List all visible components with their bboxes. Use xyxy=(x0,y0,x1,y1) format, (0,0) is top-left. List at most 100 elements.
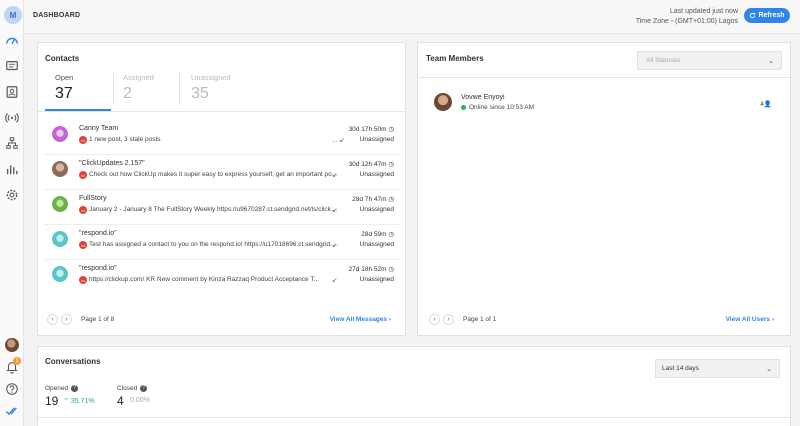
message-preview: https://clickup.com/ KR New comment by K… xyxy=(89,276,320,283)
online-status-dot xyxy=(461,105,466,110)
contact-avatar xyxy=(52,231,68,247)
reply-indicator: ... ↙ xyxy=(332,137,345,144)
next-page-button[interactable]: › xyxy=(61,314,72,325)
contact-row[interactable]: "respond.io" m https://clickup.com/ KR N… xyxy=(44,259,400,295)
contact-avatar xyxy=(52,126,68,142)
chevron-right-icon: › xyxy=(771,316,774,323)
view-all-messages-link[interactable]: View All Messages › xyxy=(330,316,391,323)
assignment-status: Unassigned xyxy=(359,206,394,213)
reply-indicator: ↙ xyxy=(332,242,338,249)
contact-avatar xyxy=(52,266,68,282)
elapsed-time: 28d 59m ◷ xyxy=(361,230,394,238)
message-preview: Check out how ClickUp makes it super eas… xyxy=(89,171,339,178)
notification-badge: 1 xyxy=(13,357,21,365)
clock-icon: ◷ xyxy=(388,126,394,133)
chevron-right-icon: › xyxy=(388,316,391,323)
messages-icon[interactable] xyxy=(5,59,19,73)
assignment-status: Unassigned xyxy=(359,241,394,248)
status-filter-select[interactable]: All Statuses ⌄ xyxy=(637,51,782,70)
conversations-title: Conversations xyxy=(45,357,101,366)
contact-name: "respond.io" xyxy=(79,265,117,272)
tab-assigned[interactable]: Assigned 2 xyxy=(113,73,179,111)
user-avatar[interactable] xyxy=(5,338,19,352)
assignment-status: Unassigned xyxy=(359,136,394,143)
tab-open-label: Open xyxy=(55,73,74,82)
settings-icon[interactable] xyxy=(5,188,19,202)
tab-open-count: 37 xyxy=(55,85,73,102)
elapsed-time: 28d 7h 47m ◷ xyxy=(352,195,394,203)
message-preview: Test has assigned a contact to you on th… xyxy=(89,241,339,248)
channel-icon: m xyxy=(79,206,87,214)
help-icon[interactable] xyxy=(5,382,19,396)
member-name[interactable]: Vovwe Enyoyi xyxy=(461,94,505,101)
logo-check-icon[interactable] xyxy=(5,404,19,418)
help-icon[interactable]: ? xyxy=(140,385,148,392)
view-all-users-label: View All Users xyxy=(725,316,771,323)
contact-row[interactable]: FullStory m January 2 - January 8 The Fu… xyxy=(44,189,400,225)
user-icon: 👤 xyxy=(763,101,772,108)
prev-page-button[interactable]: ‹ xyxy=(429,314,440,325)
reply-indicator: ↙ xyxy=(332,277,338,284)
workspace-avatar[interactable]: M xyxy=(4,6,22,24)
chevron-down-icon: ⌄ xyxy=(766,366,772,373)
elapsed-time: 30d 12h 47m ◷ xyxy=(349,160,394,168)
elapsed-time: 30d 17h 50m ◷ xyxy=(349,125,394,133)
tab-divider xyxy=(179,73,180,105)
closed-label-text: Closed xyxy=(117,385,138,393)
clock-icon: ◷ xyxy=(388,196,394,203)
tab-unassigned[interactable]: Unassigned 35 xyxy=(181,73,271,111)
opened-percent: ⌃ 35.71% xyxy=(63,397,95,405)
contacts-icon[interactable] xyxy=(5,85,19,99)
date-range-select[interactable]: Last 14 days ⌄ xyxy=(655,359,780,378)
elapsed-time-value: 28d 59m xyxy=(361,231,387,238)
sidebar: M 1 xyxy=(0,0,24,426)
refresh-button[interactable]: Refresh xyxy=(744,8,790,23)
opened-label-text: Opened xyxy=(45,385,69,393)
reports-icon[interactable] xyxy=(5,162,19,176)
reply-indicator: ↙ xyxy=(332,172,338,179)
channel-icon: m xyxy=(79,171,87,179)
clock-icon: ◷ xyxy=(388,161,394,168)
message-preview: January 2 - January 8 The FullStory Week… xyxy=(89,206,339,213)
team-members-card: Team Members All Statuses ⌄ Vovwe Enyoyi… xyxy=(417,42,792,336)
reply-indicator: ↙ xyxy=(332,207,338,214)
closed-label: Closed? xyxy=(117,385,148,393)
dashboard-icon[interactable] xyxy=(5,34,19,48)
message-preview: 1 new post, 3 stale posts xyxy=(89,136,161,143)
chevron-left-icon: ‹ xyxy=(51,316,54,323)
next-page-button[interactable]: › xyxy=(443,314,454,325)
assigned-count: 4👤 xyxy=(760,100,772,108)
header-bar: DASHBOARD Last updated just now Time Zon… xyxy=(24,0,800,34)
channel-icon: m xyxy=(79,136,87,144)
opened-percent-value: 35.71% xyxy=(70,398,95,405)
contact-name: "respond.io" xyxy=(79,230,117,237)
tab-unassigned-label: Unassigned xyxy=(191,73,231,82)
assignment-status: Unassigned xyxy=(359,276,394,283)
opened-value: 19 xyxy=(45,394,59,408)
member-avatar xyxy=(434,93,452,111)
contact-row[interactable]: "ClickUpdates 2.157" m Check out how Cli… xyxy=(44,154,400,190)
last-updated-text: Last updated just now xyxy=(669,8,738,15)
elapsed-time-value: 30d 17h 50m xyxy=(348,126,387,133)
opened-label: Opened? xyxy=(45,385,79,393)
contact-row[interactable]: "respond.io" m Test has assigned a conta… xyxy=(44,224,400,260)
help-icon[interactable]: ? xyxy=(71,385,79,392)
contacts-title: Contacts xyxy=(45,54,80,63)
tabs-divider xyxy=(38,111,407,112)
team-pager: ‹ › Page 1 of 1 xyxy=(429,314,496,325)
view-all-users-link[interactable]: View All Users › xyxy=(726,316,774,323)
tab-open[interactable]: Open 37 xyxy=(45,73,111,111)
timezone-text: Time Zone - (GMT+01:00) Lagos xyxy=(635,18,738,25)
contact-avatar xyxy=(52,161,68,177)
chevron-right-icon: › xyxy=(447,316,450,323)
refresh-icon xyxy=(750,12,756,19)
arrow-up-icon: ⌃ xyxy=(63,398,69,405)
broadcast-icon[interactable] xyxy=(5,110,19,124)
clock-icon: ◷ xyxy=(388,231,394,238)
prev-page-button[interactable]: ‹ xyxy=(47,314,58,325)
page-indicator: Page 1 of 1 xyxy=(463,316,497,323)
contact-row[interactable]: Canny Team m 1 new post, 3 stale posts .… xyxy=(44,119,400,155)
workflows-icon[interactable] xyxy=(5,136,19,150)
elapsed-time-value: 28d 7h 47m xyxy=(352,196,387,203)
elapsed-time-value: 30d 12h 47m xyxy=(348,161,387,168)
